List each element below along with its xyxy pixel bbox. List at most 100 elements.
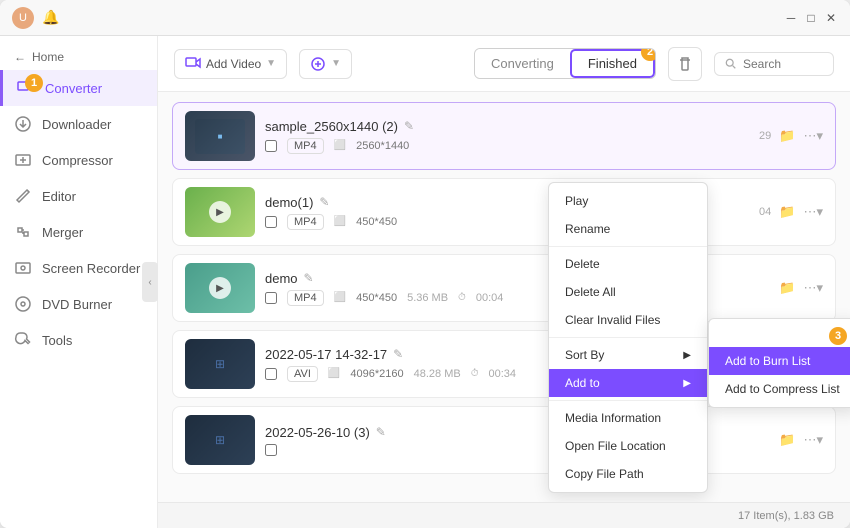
sidebar-compressor-label: Compressor <box>42 153 113 168</box>
edit-name-icon[interactable]: ✎ <box>393 347 403 361</box>
editor-icon <box>14 187 32 205</box>
sidebar-item-dvd-burner[interactable]: DVD Burner <box>0 286 157 322</box>
sidebar-item-tools[interactable]: Tools <box>0 322 157 358</box>
file-actions: 29 📁 ⋯▾ <box>759 128 823 144</box>
file-thumbnail: ▶ <box>185 187 255 237</box>
sidebar-item-converter[interactable]: 1 Converter <box>0 70 157 106</box>
sidebar-item-downloader[interactable]: Downloader <box>0 106 157 142</box>
submenu: 3 Add to Burn List Add to Compress List <box>708 318 850 408</box>
size: 5.36 MB <box>407 292 448 304</box>
sidebar-downloader-label: Downloader <box>42 117 111 132</box>
file-item[interactable]: ■ sample_2560x1440 (2) ✎ MP4 <box>172 102 836 170</box>
checkbox[interactable] <box>265 140 277 152</box>
context-menu: Play Rename Delete Delete All Clear Inva… <box>548 182 708 493</box>
title-bar: U 🔔 ─ □ ✕ <box>0 0 850 36</box>
back-label: Home <box>32 50 64 64</box>
checkbox[interactable] <box>265 444 277 456</box>
close-button[interactable]: ✕ <box>824 11 838 25</box>
compressor-icon <box>14 151 32 169</box>
checkbox[interactable] <box>265 292 277 304</box>
ctx-divider <box>549 246 707 247</box>
file-list: ■ sample_2560x1440 (2) ✎ MP4 <box>158 92 850 502</box>
back-home-button[interactable]: ← Home <box>0 44 157 70</box>
play-icon: ▶ <box>209 201 231 223</box>
submenu-badge: 3 <box>829 327 847 345</box>
search-input[interactable] <box>743 57 823 71</box>
ctx-sort-by[interactable]: Sort By ▶ <box>549 341 707 369</box>
sidebar-editor-label: Editor <box>42 189 76 204</box>
title-bar-controls: ─ □ ✕ <box>784 11 838 25</box>
file-thumbnail: ⊞ <box>185 339 255 389</box>
converter-badge: 1 <box>25 74 43 92</box>
resolution: 2560*1440 <box>356 140 409 152</box>
format-tag: MP4 <box>287 138 324 154</box>
ctx-rename[interactable]: Rename <box>549 215 707 243</box>
sidebar-merger-label: Merger <box>42 225 83 240</box>
ctx-play[interactable]: Play <box>549 187 707 215</box>
size: 48.28 MB <box>414 368 461 380</box>
ctx-clear-invalid[interactable]: Clear Invalid Files <box>549 306 707 334</box>
resolution-icon: ⬜ <box>334 292 346 303</box>
clock-icon: ⏱ <box>471 368 479 379</box>
edit-name-icon[interactable]: ✎ <box>319 195 329 209</box>
maximize-button[interactable]: □ <box>804 11 818 25</box>
submenu-arrow-icon: ▶ <box>683 350 691 361</box>
checkbox[interactable] <box>265 368 277 380</box>
app-window: U 🔔 ─ □ ✕ ← Home 1 Converter <box>0 0 850 528</box>
minimize-button[interactable]: ─ <box>784 11 798 25</box>
ctx-media-info[interactable]: Media Information <box>549 404 707 432</box>
tab-group: Converting Finished 2 <box>474 48 656 79</box>
edit-name-icon[interactable]: ✎ <box>376 425 386 439</box>
bell-icon[interactable]: 🔔 <box>42 9 59 26</box>
search-box[interactable] <box>714 52 834 76</box>
more-options-icon[interactable]: ⋯▾ <box>803 128 823 144</box>
resolution-icon: ⬜ <box>334 216 346 227</box>
content-area: Add Video ▼ ▼ Converting Finished 2 <box>158 36 850 528</box>
submenu-arrow-icon: ▶ <box>683 378 691 389</box>
ctx-delete-all[interactable]: Delete All <box>549 278 707 306</box>
toolbar: Add Video ▼ ▼ Converting Finished 2 <box>158 36 850 92</box>
ctx-delete[interactable]: Delete <box>549 250 707 278</box>
ctx-open-location[interactable]: Open File Location <box>549 432 707 460</box>
ctx-copy-path[interactable]: Copy File Path <box>549 460 707 488</box>
clock-icon: ⏱ <box>458 292 466 303</box>
status-bar: 17 Item(s), 1.83 GB <box>158 502 850 528</box>
checkbox[interactable] <box>265 216 277 228</box>
sidebar-screen-recorder-label: Screen Recorder <box>42 261 140 276</box>
format-tag: MP4 <box>287 290 324 306</box>
add-video-dropdown-icon: ▼ <box>266 58 276 69</box>
finished-tab-badge: 2 <box>641 48 656 61</box>
format-tag: AVI <box>287 366 318 382</box>
file-info: sample_2560x1440 (2) ✎ MP4 ⬜ 2560*1440 <box>265 119 749 154</box>
sidebar-item-merger[interactable]: Merger <box>0 214 157 250</box>
ctx-add-to[interactable]: Add to ▶ <box>549 369 707 397</box>
sidebar-item-editor[interactable]: Editor <box>0 178 157 214</box>
delete-button[interactable] <box>668 47 702 81</box>
resolution: 450*450 <box>356 216 397 228</box>
file-thumbnail: ▶ <box>185 263 255 313</box>
sidebar-item-compressor[interactable]: Compressor <box>0 142 157 178</box>
sidebar-item-screen-recorder[interactable]: Screen Recorder <box>0 250 157 286</box>
add-btn-dropdown-icon: ▼ <box>331 58 341 69</box>
sidebar-tools-label: Tools <box>42 333 72 348</box>
resolution: 4096*2160 <box>350 368 403 380</box>
resolution: 450*450 <box>356 292 397 304</box>
edit-name-icon[interactable]: ✎ <box>404 119 414 133</box>
edit-name-icon[interactable]: ✎ <box>304 271 314 285</box>
sidebar-dvd-burner-label: DVD Burner <box>42 297 112 312</box>
back-arrow-icon: ← <box>14 50 26 64</box>
format-tag: MP4 <box>287 214 324 230</box>
submenu-compress-list[interactable]: Add to Compress List <box>709 375 850 403</box>
file-thumbnail: ■ <box>185 111 255 161</box>
sidebar: ← Home 1 Converter Downloader <box>0 36 158 528</box>
avatar: U <box>12 7 34 29</box>
add-video-button[interactable]: Add Video ▼ <box>174 49 287 79</box>
folder-icon[interactable]: 📁 <box>779 128 795 144</box>
sidebar-toggle-button[interactable]: ‹ <box>142 262 158 302</box>
tab-converting[interactable]: Converting <box>475 49 570 78</box>
add-btn[interactable]: ▼ <box>299 49 352 79</box>
status-text: 17 Item(s), 1.83 GB <box>738 510 834 522</box>
submenu-burn-list[interactable]: Add to Burn List <box>709 347 850 375</box>
file-name: sample_2560x1440 (2) ✎ <box>265 119 749 134</box>
tab-finished[interactable]: Finished 2 <box>570 49 655 78</box>
